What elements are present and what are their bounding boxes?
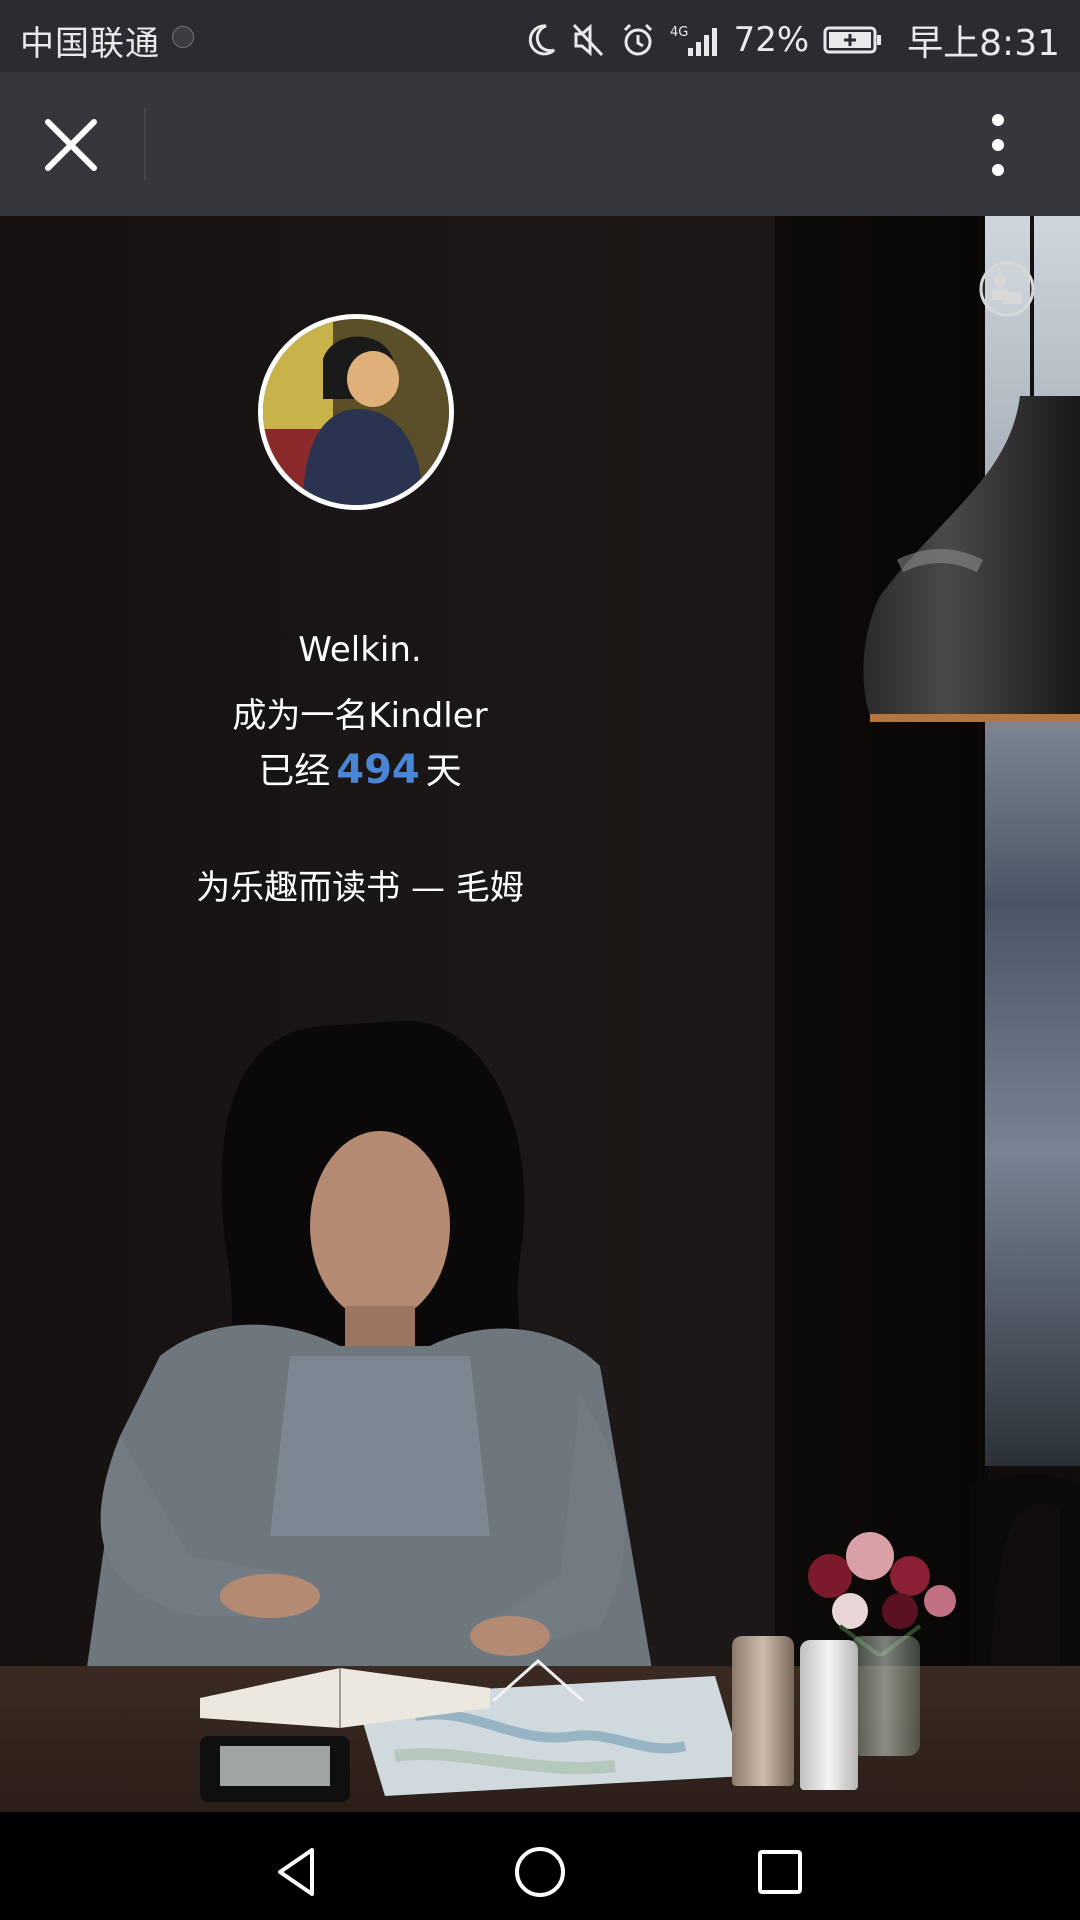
battery-charging-icon <box>823 26 882 54</box>
svg-text:4G: 4G <box>670 25 688 40</box>
system-nav-bar <box>0 1812 1080 1920</box>
kindle-screen <box>220 1746 330 1786</box>
user-name: Welkin. <box>298 630 422 670</box>
back-triangle-icon[interactable] <box>270 1842 330 1902</box>
reading-quote: 为乐趣而读书 — 毛姆 <box>196 868 524 908</box>
status-bar: 中国联通 4G 72% 早上8:31 <box>0 0 1080 72</box>
days-suffix: 天 <box>425 751 462 792</box>
carrier-name: 中国联通 <box>20 24 160 64</box>
background-photo <box>0 216 1080 1812</box>
salt-shaker-image <box>800 1640 858 1790</box>
days-counter: 已经 494 天 <box>0 742 720 794</box>
vase-image <box>850 1636 920 1756</box>
webview-toolbar <box>0 72 1080 216</box>
clock: 早上8:31 <box>907 23 1060 64</box>
avatar[interactable] <box>258 314 454 510</box>
alarm-icon <box>623 23 652 56</box>
days-prefix: 已经 <box>258 751 331 792</box>
more-vertical-icon[interactable] <box>976 110 1020 180</box>
pendant-lamp-image <box>863 396 1080 722</box>
kindler-title: 成为一名Kindler <box>232 696 488 736</box>
moon-icon <box>528 24 555 56</box>
signal-4g-icon: 4G <box>670 25 717 56</box>
mute-icon <box>572 23 603 57</box>
flowers-image <box>808 1532 956 1656</box>
recent-square-icon[interactable] <box>750 1842 810 1902</box>
kindle-device-image <box>200 1736 350 1802</box>
avatar-photo <box>263 319 449 505</box>
woman-reading-image <box>80 1020 660 1716</box>
switch-account-icon[interactable] <box>978 260 1036 318</box>
tiktok-notification-icon <box>172 26 194 48</box>
chevron-up-icon[interactable] <box>488 1656 588 1706</box>
battery-percent: 72% <box>733 20 810 60</box>
days-count: 494 <box>336 747 420 793</box>
toolbar-divider <box>144 108 146 180</box>
chair-image <box>970 1474 1080 1666</box>
status-icons: 4G 72% 早上8:31 <box>526 14 1060 66</box>
home-circle-icon[interactable] <box>510 1842 570 1902</box>
close-icon[interactable] <box>38 112 104 178</box>
open-book-image <box>200 1668 490 1728</box>
pepper-shaker-image <box>732 1636 794 1786</box>
